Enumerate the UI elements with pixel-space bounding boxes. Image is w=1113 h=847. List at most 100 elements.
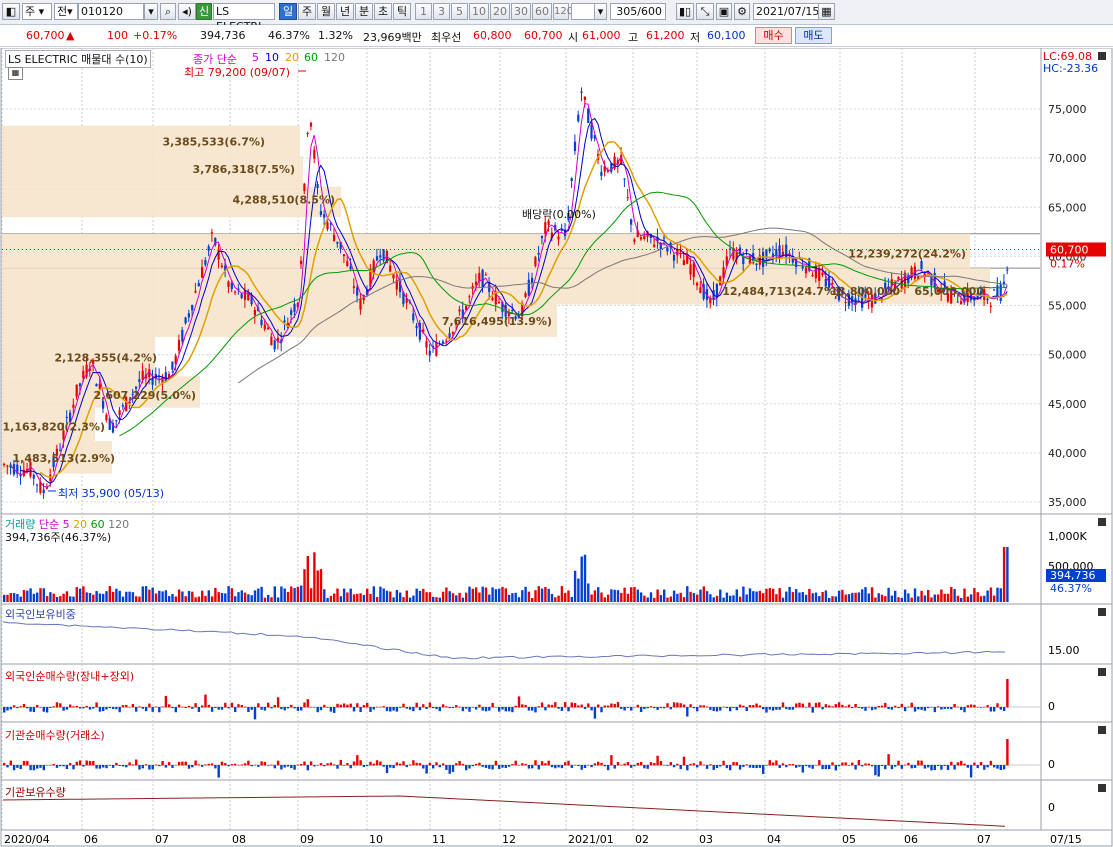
inst-net-bar: [775, 760, 778, 766]
calendar-icon[interactable]: ▦: [818, 3, 835, 20]
inst-net-bar: [606, 765, 610, 771]
inst-net-bar: [445, 765, 448, 770]
foreign-net-bar: [382, 706, 385, 708]
volume-bar: [121, 596, 125, 602]
mode-select[interactable]: 전▾: [54, 3, 78, 20]
chart-area[interactable]: 75,00070,00065,00060,00055,00050,00045,0…: [0, 48, 1113, 847]
foreign-net-bar: [326, 707, 329, 708]
candle-body: [415, 325, 418, 329]
inst-net-bar: [610, 755, 613, 766]
grid-toggle-icon[interactable]: ▦: [8, 67, 23, 80]
inst-net-bar: [527, 765, 531, 769]
volume-bar: [3, 594, 6, 602]
inst-net-bar: [956, 762, 960, 766]
candle-body: [435, 342, 438, 356]
volume-bar: [722, 597, 725, 602]
candle-body: [633, 239, 636, 242]
inst-net-bar: [481, 765, 484, 767]
foreign-net-bar: [6, 707, 9, 711]
code-dropdown-icon[interactable]: ▾: [144, 3, 158, 20]
foreign-net-bar: [996, 703, 999, 708]
bar-chart-icon[interactable]: ▮▯: [676, 3, 694, 20]
inst-net-bar: [587, 764, 590, 766]
inst-net-bar: [366, 765, 369, 767]
search-icon[interactable]: ⌕: [160, 3, 176, 20]
inst-net-bar: [870, 765, 874, 767]
period-second[interactable]: 초: [374, 3, 392, 20]
foreign-net-bar: [811, 707, 814, 713]
market-select[interactable]: 주 ▾: [22, 3, 52, 20]
foreign-net-bar: [75, 705, 78, 708]
volume-bar: [923, 595, 927, 602]
inst-net-bar: [435, 762, 438, 766]
num-60[interactable]: 60: [532, 3, 552, 20]
foreign-net-bar: [1006, 679, 1009, 708]
sell-button[interactable]: 매도: [795, 27, 832, 44]
volume-bar: [686, 586, 689, 602]
volume-bar: [573, 570, 577, 602]
custom-period-dropdown-icon[interactable]: ▾: [594, 3, 607, 20]
candle-body: [897, 277, 900, 280]
volume-bar: [415, 588, 418, 602]
gear-icon[interactable]: ⚙: [734, 3, 750, 20]
candle-body: [445, 340, 448, 342]
candle-body: [630, 219, 633, 225]
num-20[interactable]: 20: [490, 3, 510, 20]
foreign-net-bar: [884, 702, 887, 708]
inst-net-bar: [59, 765, 62, 767]
inst-net-bar: [85, 760, 88, 766]
inst-net-bar: [752, 765, 755, 768]
volume-bar: [260, 586, 263, 602]
volume-bar: [692, 593, 696, 602]
layout-icon[interactable]: ◧: [2, 3, 20, 20]
num-5[interactable]: 5: [451, 3, 468, 20]
period-tick[interactable]: 틱: [393, 3, 411, 20]
candle-body: [326, 222, 329, 230]
chart-title[interactable]: LS ELECTRIC 매물대 수(10): [5, 50, 151, 68]
period-year[interactable]: 년: [336, 3, 354, 20]
inst-net-bar: [484, 765, 488, 768]
inst-net-bar: [824, 765, 828, 770]
inst-net-bar: [1006, 739, 1009, 766]
inst-net-bar: [547, 760, 550, 766]
foreign-net-bar: [184, 707, 187, 708]
volume-bar: [620, 592, 623, 602]
period-month[interactable]: 월: [317, 3, 335, 20]
inst-net-bar: [405, 765, 408, 768]
inst-net-bar: [643, 765, 646, 769]
volume-bar: [646, 597, 649, 602]
candle-body: [1006, 269, 1009, 271]
inst-net-bar: [762, 765, 765, 774]
speaker-icon[interactable]: ◂): [178, 3, 196, 20]
volume-bar: [679, 592, 682, 602]
inst-net-bar: [69, 763, 72, 766]
inst-net-bar: [45, 765, 49, 766]
data-count[interactable]: 305/600: [610, 3, 666, 20]
volume-bar: [16, 594, 19, 602]
num-10[interactable]: 10: [469, 3, 489, 20]
inst-net-bar: [177, 761, 181, 766]
inst-net-bar: [102, 765, 105, 768]
new-badge[interactable]: 신: [196, 3, 212, 20]
volume-bar: [590, 594, 593, 602]
buy-button[interactable]: 매수: [755, 27, 792, 44]
foreign-net-bar: [369, 707, 372, 712]
save-icon[interactable]: ▣: [716, 3, 732, 20]
code-input[interactable]: 010120: [78, 3, 144, 20]
volume-bar: [82, 586, 85, 602]
draw-tool-icon[interactable]: ⤡: [696, 3, 714, 20]
num-3[interactable]: 3: [433, 3, 450, 20]
period-week[interactable]: 주: [298, 3, 316, 20]
period-minute[interactable]: 분: [355, 3, 373, 20]
period-day[interactable]: 일: [279, 3, 297, 20]
foreign-net-bar: [646, 707, 649, 709]
volume-bar: [283, 588, 286, 602]
foreign-net-bar: [135, 707, 138, 712]
num-30[interactable]: 30: [511, 3, 531, 20]
foreign-net-bar: [976, 706, 979, 708]
foreign-net-bar: [148, 703, 151, 708]
num-1[interactable]: 1: [415, 3, 432, 20]
num-120[interactable]: 120: [553, 3, 573, 20]
current-price-pct: 0.17%: [1050, 257, 1085, 270]
foreign-net-bar: [993, 707, 996, 712]
